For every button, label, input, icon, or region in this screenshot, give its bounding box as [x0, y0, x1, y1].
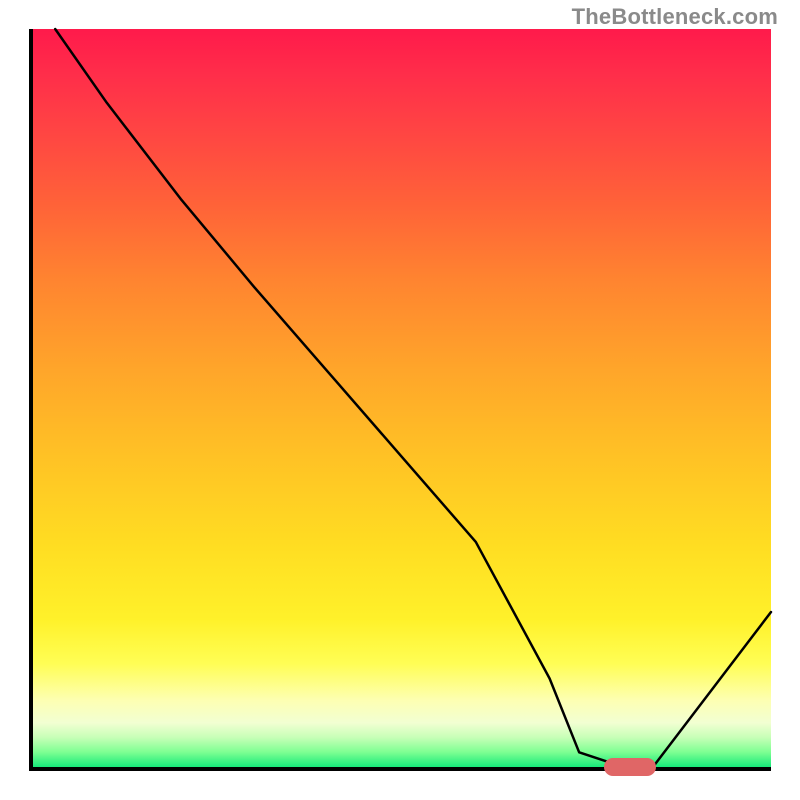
plot-area: [29, 29, 771, 771]
optimum-range-marker: [604, 758, 656, 776]
attribution-text: TheBottleneck.com: [572, 4, 778, 30]
bottleneck-curve: [33, 29, 771, 767]
